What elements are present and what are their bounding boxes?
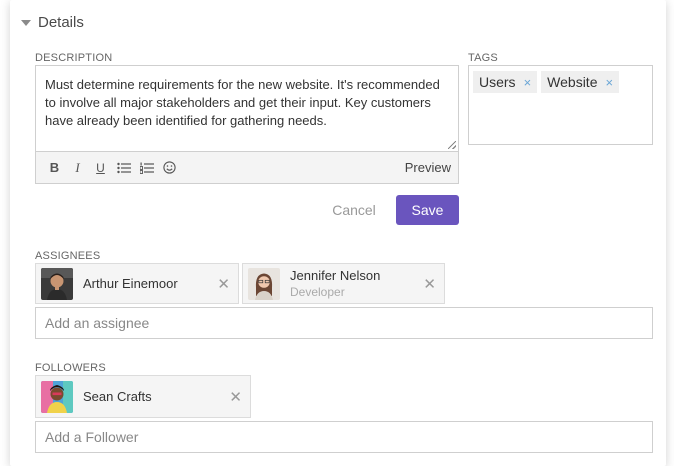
tag-label: Website [547, 74, 598, 90]
bullet-list-button[interactable] [112, 158, 135, 178]
bullet-list-icon [116, 162, 131, 173]
save-button[interactable]: Save [396, 195, 459, 225]
add-assignee-input[interactable]: Add an assignee [35, 307, 653, 339]
tag-remove-icon[interactable]: × [524, 75, 532, 90]
tag-remove-icon[interactable]: × [605, 75, 613, 90]
preview-button[interactable]: Preview [405, 160, 451, 175]
resize-handle-icon[interactable] [448, 141, 456, 149]
avatar [41, 380, 73, 413]
followers-label: FOLLOWERS [35, 362, 106, 374]
italic-button[interactable]: I [66, 158, 89, 178]
tag-label: Users [479, 74, 516, 90]
assignee-role: Developer [290, 285, 345, 299]
details-card: Details DESCRIPTION Must determine requi… [10, 0, 666, 466]
cancel-button[interactable]: Cancel [326, 196, 382, 224]
caret-down-icon [21, 20, 31, 26]
remove-follower-icon[interactable]: ✕ [229, 388, 242, 406]
tags-input[interactable]: Users × Website × [468, 65, 653, 145]
editor-toolbar: B I U Preview [35, 151, 459, 184]
tags-label: TAGS [468, 52, 498, 64]
assignee-info: Jennifer Nelson Developer [280, 268, 380, 299]
follower-name: Sean Crafts [83, 389, 152, 404]
add-follower-placeholder: Add a Follower [45, 429, 139, 445]
section-title: Details [38, 14, 84, 31]
tag-users: Users × [473, 71, 538, 93]
follower-chip: Sean Crafts ✕ [35, 375, 251, 418]
remove-assignee-icon[interactable]: ✕ [217, 275, 230, 293]
assignees-label: ASSIGNEES [35, 250, 101, 262]
underline-button[interactable]: U [89, 158, 112, 178]
numbered-list-button[interactable] [135, 158, 158, 178]
avatar [41, 267, 73, 300]
numbered-list-icon [139, 162, 154, 174]
avatar [248, 267, 280, 300]
assignee-name: Arthur Einemoor [83, 276, 178, 291]
emoji-button[interactable] [158, 158, 181, 178]
smiley-icon [163, 161, 176, 174]
assignee-chip: Jennifer Nelson Developer ✕ [242, 263, 445, 304]
tag-website: Website × [541, 71, 620, 93]
assignee-name: Jennifer Nelson [290, 268, 381, 283]
add-assignee-placeholder: Add an assignee [45, 315, 150, 331]
details-section-toggle[interactable]: Details [21, 14, 84, 31]
bold-button[interactable]: B [43, 158, 66, 178]
add-follower-input[interactable]: Add a Follower [35, 421, 653, 453]
remove-assignee-icon[interactable]: ✕ [423, 275, 436, 293]
description-text: Must determine requirements for the new … [45, 77, 440, 128]
description-label: DESCRIPTION [35, 52, 113, 64]
assignee-chip: Arthur Einemoor ✕ [35, 263, 239, 304]
description-textarea[interactable]: Must determine requirements for the new … [35, 65, 459, 151]
